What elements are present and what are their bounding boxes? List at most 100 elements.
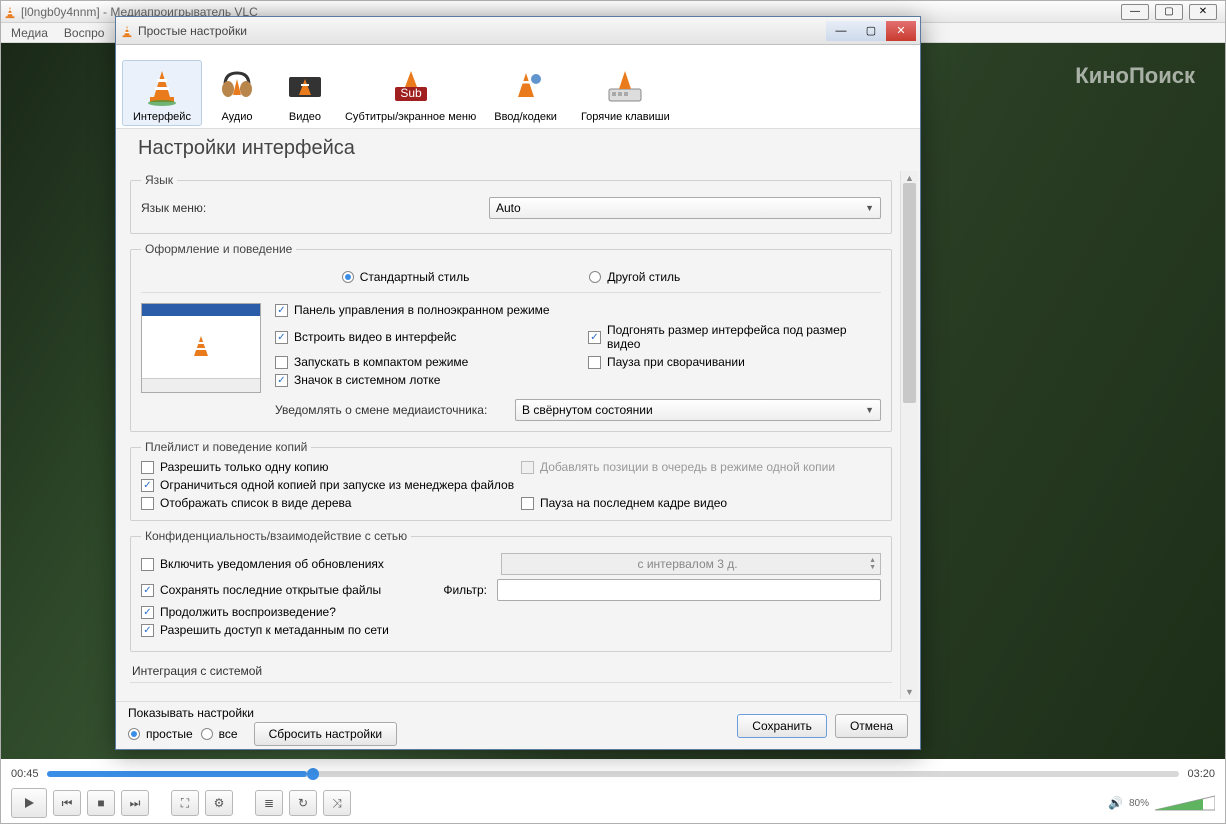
category-label: Горячие клавиши <box>581 111 670 123</box>
shuffle-button[interactable]: ⤨ <box>323 790 351 816</box>
dialog-controls: — ▢ ✕ <box>826 21 916 41</box>
menu-language-label: Язык меню: <box>141 201 481 215</box>
dialog-close-button[interactable]: ✕ <box>886 21 916 41</box>
play-button[interactable] <box>11 788 47 818</box>
os-integration-header: Интеграция с системой <box>130 660 892 683</box>
fullscreen-button[interactable]: ⛶ <box>171 790 199 816</box>
look-behave-group: Оформление и поведение Стандартный стиль… <box>130 242 892 432</box>
vlc-cone-icon <box>3 5 17 19</box>
playlist-legend: Плейлист и поведение копий <box>141 440 311 454</box>
language-group: Язык Язык меню: Auto ▼ <box>130 173 892 234</box>
volume-slider[interactable] <box>1155 794 1215 812</box>
stop-button[interactable]: ■ <box>87 790 115 816</box>
chk-pause-last-frame[interactable]: Пауза на последнем кадре видео <box>521 496 881 510</box>
menu-media[interactable]: Медиа <box>5 24 54 42</box>
show-all-radio[interactable]: все <box>201 727 238 741</box>
main-window-controls: — ▢ ✕ <box>1121 4 1223 20</box>
chk-embed-video[interactable]: Встроить видео в интерфейс <box>275 323 568 351</box>
loop-button[interactable]: ↻ <box>289 790 317 816</box>
time-current: 00:45 <box>11 768 39 780</box>
language-legend: Язык <box>141 173 177 187</box>
chevron-down-icon: ▼ <box>865 405 874 415</box>
input-icon <box>504 65 548 109</box>
close-button[interactable]: ✕ <box>1189 4 1217 20</box>
show-settings-group: Показывать настройки простые все Сбросит… <box>128 706 397 746</box>
privacy-group: Конфиденциальность/взаимодействие с сеть… <box>130 529 892 652</box>
spin-up-icon[interactable]: ▲ <box>869 557 876 564</box>
chk-continue-playback[interactable]: Продолжить воспроизведение? <box>141 605 336 619</box>
category-hotkeys[interactable]: Горячие клавиши <box>570 60 681 126</box>
scroll-down-icon[interactable]: ▼ <box>901 685 918 699</box>
prev-button[interactable]: ⏮ <box>53 790 81 816</box>
video-icon <box>283 65 327 109</box>
update-interval-spinner[interactable]: с интервалом 3 д. ▲▼ <box>501 553 881 575</box>
volume-area: 🔊 80% <box>1108 794 1215 812</box>
category-label: Ввод/кодеки <box>494 111 557 123</box>
style-standard-radio[interactable]: Стандартный стиль <box>342 270 470 284</box>
reset-button[interactable]: Сбросить настройки <box>254 722 397 746</box>
style-custom-radio[interactable]: Другой стиль <box>589 270 680 284</box>
maximize-button[interactable]: ▢ <box>1155 4 1183 20</box>
controls-row: ⏮ ■ ⏭ ⛶ ⚙ ≣ ↻ ⤨ 🔊 80% <box>11 787 1215 819</box>
select-value: В свёрнутом состоянии <box>522 403 653 417</box>
chk-updates[interactable]: Включить уведомления об обновлениях <box>141 557 493 571</box>
scroll-area: Язык Язык меню: Auto ▼ Оформление и пове… <box>130 169 896 701</box>
menu-language-select[interactable]: Auto ▼ <box>489 197 881 219</box>
interface-icon <box>140 65 184 109</box>
look-legend: Оформление и поведение <box>141 242 296 256</box>
chevron-down-icon: ▼ <box>865 203 874 213</box>
filter-input[interactable] <box>497 579 881 601</box>
seek-handle[interactable] <box>307 768 319 780</box>
category-audio[interactable]: Аудио <box>204 60 270 126</box>
time-total: 03:20 <box>1187 768 1215 780</box>
prefs-title: Простые настройки <box>138 24 247 38</box>
chk-tray-icon[interactable]: Значок в системном лотке <box>275 373 568 387</box>
playlist-group: Плейлист и поведение копий Разрешить тол… <box>130 440 892 521</box>
save-button[interactable]: Сохранить <box>737 714 827 738</box>
cancel-button[interactable]: Отмена <box>835 714 908 738</box>
interface-preview <box>141 303 261 393</box>
notify-select[interactable]: В свёрнутом состоянии ▼ <box>515 399 881 421</box>
show-simple-radio[interactable]: простые <box>128 727 193 741</box>
chk-fullscreen-panel[interactable]: Панель управления в полноэкранном режиме <box>275 303 881 317</box>
category-subtitles[interactable]: Sub Субтитры/экранное меню <box>340 60 481 126</box>
hotkeys-icon <box>603 65 647 109</box>
audio-icon <box>215 65 259 109</box>
dialog-minimize-button[interactable]: — <box>826 21 856 41</box>
category-video[interactable]: Видео <box>272 60 338 126</box>
vlc-cone-icon <box>120 24 134 38</box>
speaker-icon[interactable]: 🔊 <box>1108 796 1123 810</box>
chk-metadata-network[interactable]: Разрешить доступ к метаданным по сети <box>141 623 389 637</box>
scrollbar[interactable]: ▲ ▼ <box>900 171 918 699</box>
playlist-button[interactable]: ≣ <box>255 790 283 816</box>
category-label: Интерфейс <box>133 111 191 123</box>
prefs-footer: Показывать настройки простые все Сбросит… <box>116 701 920 749</box>
chk-pause-minimize[interactable]: Пауза при сворачивании <box>588 355 881 369</box>
menu-playback[interactable]: Воспро <box>58 24 111 42</box>
prefs-body: Настройки интерфейса ▲ ▼ Язык Язык меню:… <box>116 129 920 701</box>
category-label: Субтитры/экранное меню <box>345 111 476 123</box>
seek-progress <box>47 771 308 777</box>
chk-tree-view[interactable]: Отображать список в виде дерева <box>141 496 501 510</box>
chk-resize-interface[interactable]: Подгонять размер интерфейса под размер в… <box>588 323 881 351</box>
chk-one-from-fm[interactable]: Ограничиться одной копией при запуске из… <box>141 478 881 492</box>
subtitles-icon: Sub <box>389 65 433 109</box>
volume-label: 80% <box>1129 798 1149 809</box>
ext-settings-button[interactable]: ⚙ <box>205 790 233 816</box>
category-input[interactable]: Ввод/кодеки <box>483 60 568 126</box>
minimize-button[interactable]: — <box>1121 4 1149 20</box>
dialog-maximize-button[interactable]: ▢ <box>856 21 886 41</box>
timeline-row: 00:45 03:20 <box>11 765 1215 783</box>
category-label: Аудио <box>221 111 252 123</box>
category-bar: Интерфейс Аудио Видео Sub Субтитры/экран… <box>116 45 920 129</box>
chk-recent-files[interactable]: Сохранять последние открытые файлы <box>141 583 421 597</box>
scroll-thumb[interactable] <box>903 183 916 403</box>
filter-label: Фильтр: <box>431 583 487 597</box>
video-watermark: КиноПоиск <box>1075 63 1195 89</box>
spin-down-icon[interactable]: ▼ <box>869 564 876 571</box>
chk-compact-mode[interactable]: Запускать в компактом режиме <box>275 355 568 369</box>
seek-slider[interactable] <box>47 771 1180 777</box>
chk-one-instance[interactable]: Разрешить только одну копию <box>141 460 501 474</box>
next-button[interactable]: ⏭ <box>121 790 149 816</box>
category-interface[interactable]: Интерфейс <box>122 60 202 126</box>
